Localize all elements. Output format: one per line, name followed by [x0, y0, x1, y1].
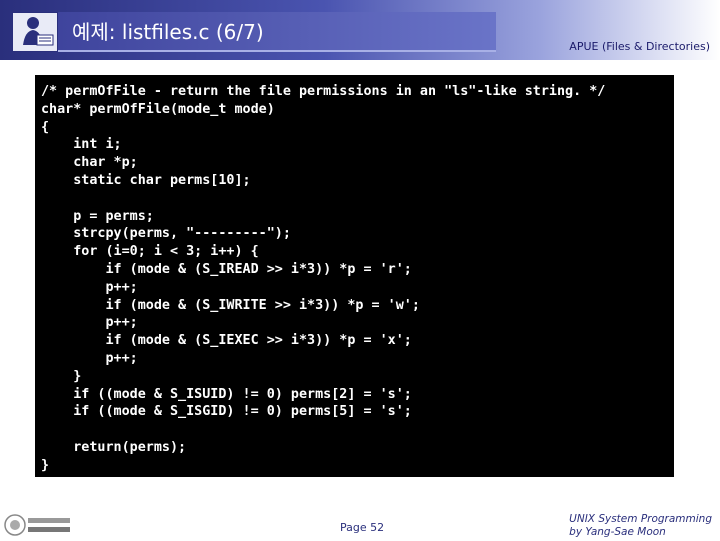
university-logo [4, 513, 72, 537]
code-line: p = perms; [41, 208, 154, 224]
code-line: static char perms[10]; [41, 172, 251, 188]
page-title: 예제: listfiles.c (6/7) [72, 20, 264, 44]
code-listing: /* permOfFile - return the file permissi… [41, 83, 605, 475]
page-number: Page 52 [340, 521, 385, 534]
code-line: return(perms); [41, 439, 187, 455]
code-line: int i; [41, 137, 122, 153]
code-line: p++; [41, 315, 138, 331]
code-line: } [41, 368, 82, 384]
code-line: if (mode & (S_IEXEC >> i*3)) *p = 'x'; [41, 333, 412, 349]
code-line: if (mode & (S_IWRITE >> i*3)) *p = 'w'; [41, 297, 420, 313]
section-subtitle: APUE (Files & Directories) [569, 40, 710, 53]
code-line: for (i=0; i < 3; i++) { [41, 244, 259, 260]
code-line: if (mode & (S_IREAD >> i*3)) *p = 'r'; [41, 261, 412, 277]
code-line: p++; [41, 350, 138, 366]
code-line: char *p; [41, 155, 138, 171]
code-line: /* permOfFile - return the file permissi… [41, 84, 606, 99]
code-line: p++; [41, 279, 138, 295]
course-name: UNIX System Programming [569, 513, 712, 525]
code-line: { [41, 119, 50, 135]
code-line: char* permOfFile(mode_t mode) [41, 101, 275, 117]
code-line: strcpy(perms, "---------"); [41, 226, 291, 242]
code-panel: /* permOfFile - return the file permissi… [35, 75, 674, 477]
code-line: if ((mode & S_ISGID) != 0) perms[5] = 's… [41, 404, 412, 420]
reader-icon [12, 12, 58, 52]
footer-credit: UNIX System Programming by Yang-Sae Moon [569, 513, 712, 539]
code-line: } [41, 457, 50, 473]
code-line: if ((mode & S_ISUID) != 0) perms[2] = 's… [41, 386, 412, 402]
author-name: by Yang-Sae Moon [569, 526, 666, 538]
